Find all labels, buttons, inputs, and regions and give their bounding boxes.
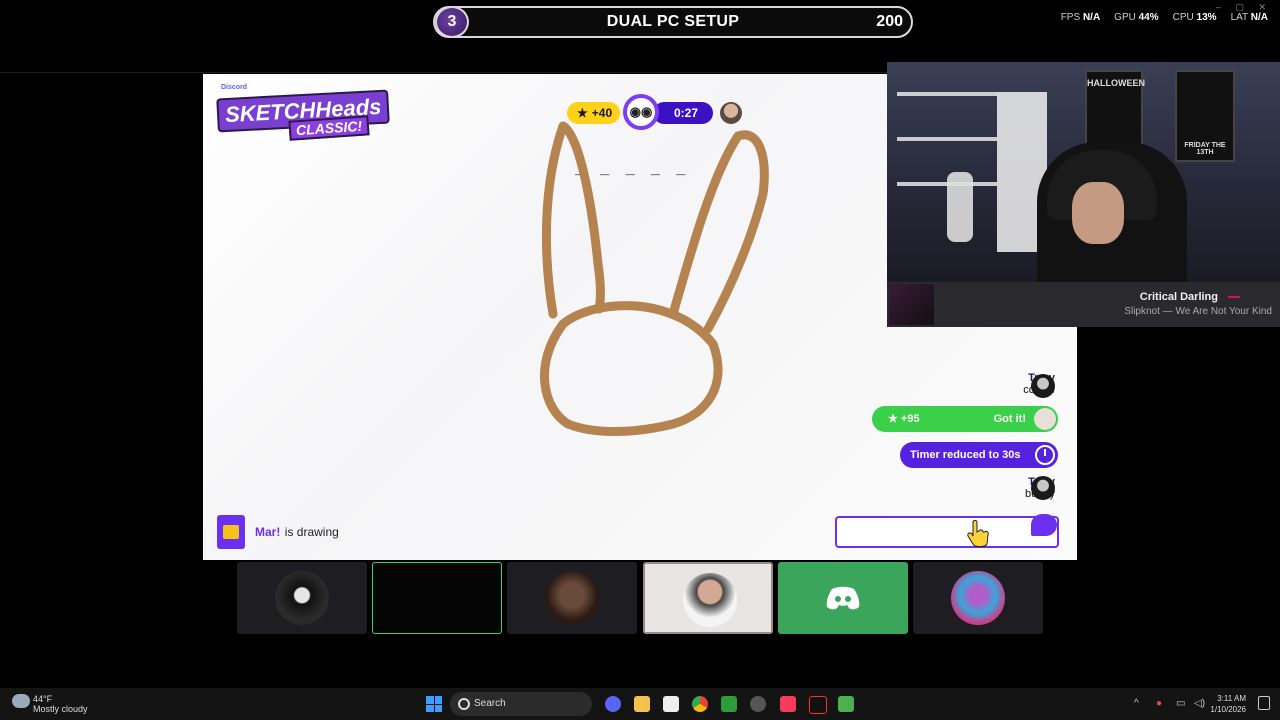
fps-stat: FPS N/A [1060,12,1101,23]
participant-tile[interactable] [643,562,773,634]
sketchheads-logo: Discord SKETCHHeads CLASSIC! [216,84,391,141]
file-explorer-icon[interactable] [634,696,650,712]
skeleton-decoration [947,172,973,242]
tray-chevron-icon[interactable]: ^ [1134,698,1139,709]
drawer-name: Mar! [255,525,281,539]
drawing-status: Mar! is drawing [217,514,339,550]
latency-stat: LAT N/A [1230,12,1268,23]
weather-desc: Mostly cloudy [33,704,88,714]
discord-logo-text: Discord [221,84,248,91]
logo-classic: CLASSIC! [288,115,370,141]
shelf [897,137,997,141]
guesser-avatar [1034,408,1056,430]
obs-icon[interactable] [750,696,766,712]
window-controls[interactable]: – ▢ ✕ [1216,2,1272,13]
chat-avatar [1031,476,1055,500]
timer-reduced-text: Timer reduced to 30s [910,449,1021,461]
search-icon [458,698,470,710]
playing-indicator [1228,296,1240,298]
start-button[interactable] [426,696,442,712]
windows-taskbar: 44°F Mostly cloudy Search ^ ● ▭ ◁) 3:11 … [0,688,1280,720]
friday-poster: FRIDAY THE 13TH [1175,70,1235,162]
correct-guess-banner: ★ +95 Got it! [872,406,1058,432]
minecraft-icon[interactable] [838,696,854,712]
cpu-stat: CPU 13% [1172,12,1217,23]
webcam-feed: HALLOWEEN FRIDAY THE 13TH [887,62,1280,282]
music-icon[interactable] [780,696,796,712]
participant-tile[interactable] [372,562,502,634]
performance-stats: FPS N/A GPU 44% CPU 13% LAT N/A [1061,12,1268,23]
match-header-pill: 3 DUAL PC SETUP 200 [433,6,913,38]
notifications-icon[interactable] [1258,696,1270,710]
drawer-status-text: is drawing [284,525,339,539]
streamer-face [1072,182,1124,244]
discord-icon [826,586,860,610]
clock-icon [1035,445,1055,465]
discord-taskbar-icon[interactable] [605,696,621,712]
participant-tile[interactable] [237,562,367,634]
shelf [897,92,997,96]
xbox-icon[interactable] [721,696,737,712]
participant-tile[interactable] [507,562,637,634]
participant-avatar [951,571,1005,625]
album-art [889,284,934,325]
timer-reduced-banner: Timer reduced to 30s [900,442,1058,468]
guess-input[interactable] [835,516,1059,548]
send-button[interactable] [1031,514,1057,536]
gpu-stat: GPU 44% [1114,12,1159,23]
pencil-icon [217,515,245,549]
participant-tile[interactable] [913,562,1043,634]
network-icon[interactable]: ▭ [1176,698,1185,709]
chrome-icon[interactable] [692,696,708,712]
song-artist: Slipknot — We Are Not Your Kind [1124,306,1272,317]
song-title: Critical Darling [1139,291,1218,303]
weather-widget[interactable]: 44°F Mostly cloudy [33,694,88,714]
match-score: 200 [876,13,903,30]
participant-avatar [683,573,737,627]
taskbar-search[interactable]: Search [450,692,592,716]
participant-avatar [545,571,599,625]
got-it-points: ★ +95 [888,413,920,425]
app-icon[interactable] [663,696,679,712]
participant-avatar [275,571,329,625]
chat-avatar [1031,374,1055,398]
volume-icon[interactable]: ◁) [1194,698,1205,709]
bunny-drawing [540,121,769,436]
match-title: DUAL PC SETUP [606,13,740,30]
now-playing-widget: Critical Darling Slipknot — We Are Not Y… [887,282,1280,327]
got-it-label: Got it! [993,413,1026,425]
search-label: Search [474,698,506,709]
hand-cursor-icon [967,520,989,548]
tiktok-icon[interactable] [809,696,827,714]
weather-icon[interactable] [12,694,30,708]
system-clock[interactable]: 3:11 AM 1/10/2026 [1210,693,1246,715]
microphone-icon[interactable]: ● [1156,698,1162,709]
clock-date: 1/10/2026 [1210,705,1246,714]
participant-tile[interactable] [778,562,908,634]
weather-temp: 44°F [33,694,53,704]
clock-time: 3:11 AM [1217,694,1246,703]
